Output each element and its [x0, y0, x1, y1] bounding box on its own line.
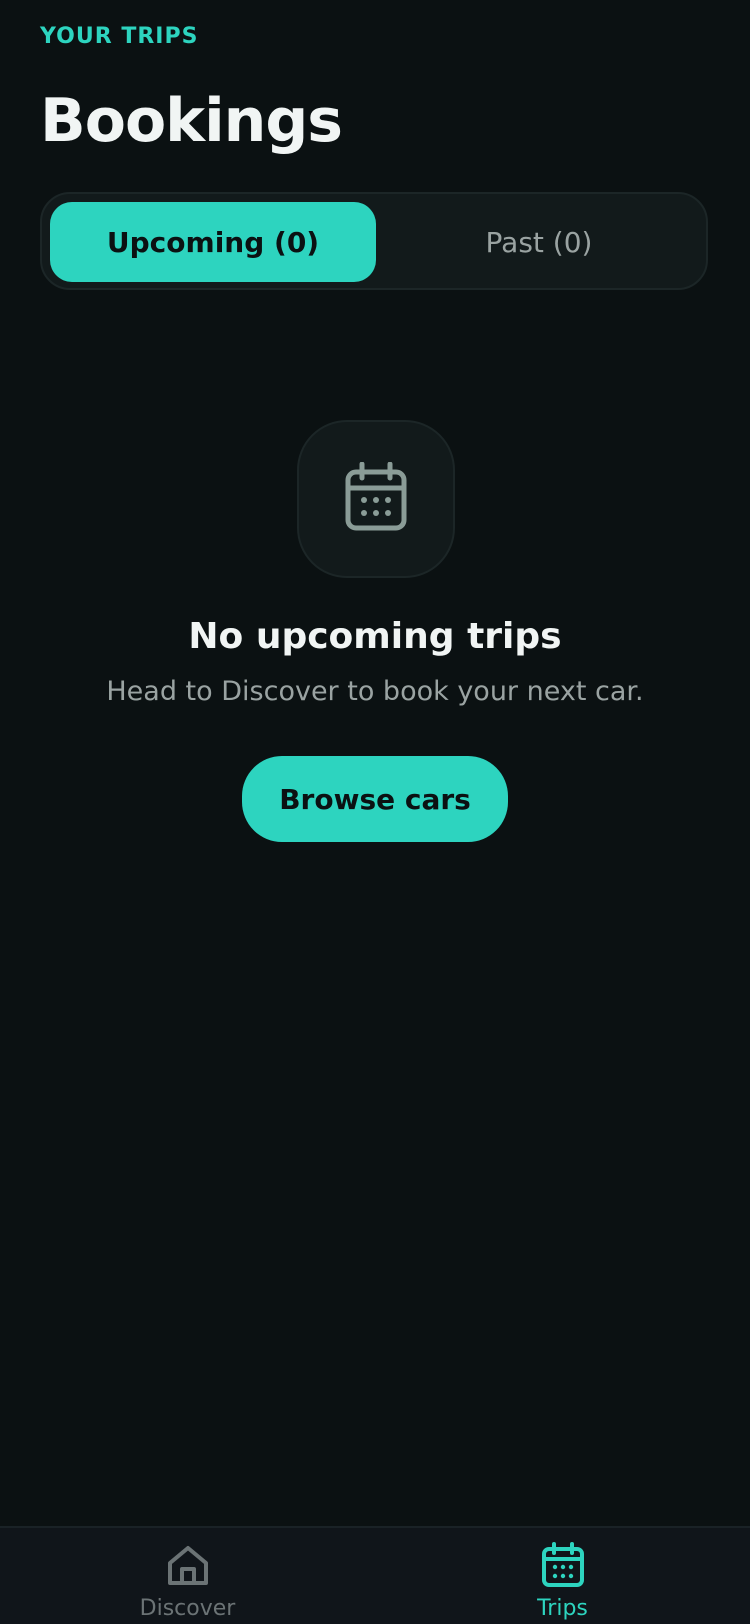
calendar-icon	[540, 1542, 586, 1588]
trips-segmented-control: Upcoming (0) Past (0)	[40, 192, 708, 290]
segment-upcoming[interactable]: Upcoming (0)	[50, 202, 376, 282]
tab-label-discover: Discover	[139, 1596, 236, 1621]
empty-state-subtitle: Head to Discover to book your next car.	[106, 676, 644, 707]
home-icon	[165, 1542, 211, 1588]
bottom-tab-bar: Discover Trips	[0, 1526, 750, 1624]
empty-state-icon-container	[297, 420, 455, 578]
empty-state-title: No upcoming trips	[188, 616, 562, 657]
section-eyebrow: YOUR TRIPS	[40, 24, 199, 49]
tab-trips[interactable]: Trips	[375, 1528, 750, 1624]
calendar-icon	[344, 461, 408, 536]
tab-discover[interactable]: Discover	[0, 1528, 375, 1624]
page-title: Bookings	[40, 86, 343, 156]
tab-label-trips: Trips	[537, 1596, 588, 1621]
browse-cars-button[interactable]: Browse cars	[242, 756, 508, 842]
segment-past[interactable]: Past (0)	[376, 202, 702, 282]
